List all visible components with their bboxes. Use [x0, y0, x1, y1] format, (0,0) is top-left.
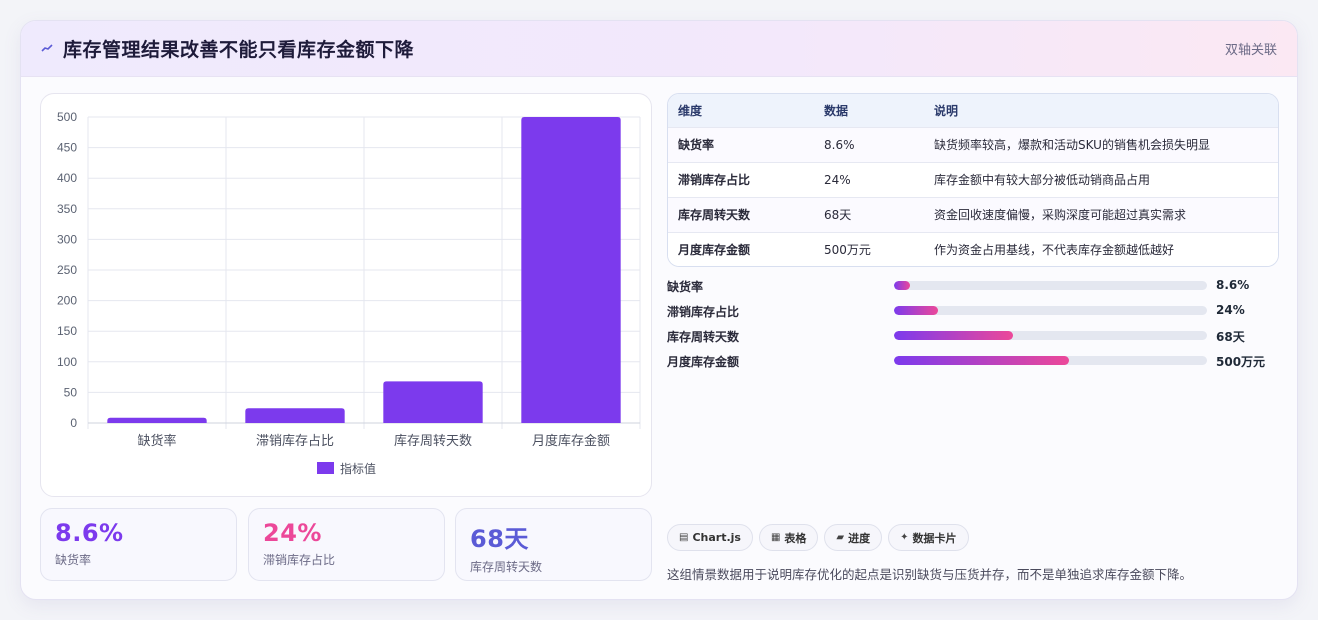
stat-label: 缺货率	[55, 553, 92, 567]
progress-fill	[894, 281, 910, 290]
y-tick-label: 350	[57, 202, 77, 216]
page-title: 库存管理结果改善不能只看库存金额下降	[63, 39, 415, 61]
x-tick-label: 库存周转天数	[394, 433, 472, 448]
tag-progress[interactable]: ▰ 进度	[824, 524, 883, 551]
tag-table[interactable]: ▦ 表格	[758, 524, 819, 551]
bar-chart: 0 50 100 150 200 250 300 350 400 450 500 缺货率 滞销库存占比 库…	[40, 93, 652, 497]
table-cell: 滞销库存占比	[668, 161, 814, 197]
table-header-row: 维度 数据 说明	[668, 94, 1278, 127]
stat-label: 库存周转天数	[470, 560, 543, 574]
bar	[383, 381, 483, 423]
x-tick-label: 缺货率	[137, 433, 176, 448]
y-tick-label: 400	[57, 171, 77, 185]
y-tick-label: 450	[57, 141, 77, 155]
tag-label: Chart.js	[692, 531, 741, 544]
table-cell: 缺货频率较高，爆款和活动SKU的销售机会损失明显	[924, 126, 1278, 162]
table-row: 库存周转天数 68天 资金回收速度偏慢，采购深度可能超过真实需求	[668, 196, 1278, 232]
stat-value: 68天	[470, 525, 529, 553]
progress-track	[894, 306, 1207, 315]
title-wrap: 库存管理结果改善不能只看库存金额下降	[41, 35, 414, 62]
table-icon: ▦	[770, 532, 781, 543]
table-cell: 缺货率	[668, 126, 814, 162]
stat-card-turnover: 68天 库存周转天数	[455, 508, 652, 581]
progress-fill	[894, 356, 1070, 365]
tag-label: 数据卡片	[912, 531, 957, 545]
progress-track	[894, 331, 1207, 340]
tag-label: 进度	[848, 531, 871, 545]
table-cell: 月度库存金额	[668, 231, 814, 266]
y-tick-label: 250	[57, 263, 77, 277]
progress-label: 滞销库存占比	[667, 305, 740, 319]
y-tick-label: 50	[64, 385, 78, 399]
progress-track	[894, 356, 1207, 365]
table-header: 维度	[678, 103, 703, 118]
stat-value: 24%	[263, 519, 322, 547]
dashboard-card: 库存管理结果改善不能只看库存金额下降 双轴关联 0 50 100 150 200 250 3…	[20, 20, 1298, 600]
table-cell: 作为资金占用基线，不代表库存金额越低越好	[924, 231, 1278, 266]
footnote: 这组情景数据用于说明库存优化的起点是识别缺货与压货并存，而不是单独追求库存金额下…	[667, 567, 1193, 582]
progress-list: 缺货率 8.6% 滞销库存占比 24% 库存周转天数 68天 月度库存金额 50…	[667, 277, 1267, 377]
tag-label: 表格	[784, 531, 807, 545]
table-header: 数据	[824, 103, 849, 118]
table-cell: 库存周转天数	[668, 196, 814, 232]
y-tick-label: 100	[57, 355, 77, 369]
header-tag: 双轴关联	[1224, 43, 1277, 58]
table-row: 缺货率 8.6% 缺货频率较高，爆款和活动SKU的销售机会损失明显	[668, 126, 1278, 162]
progress-row: 缺货率 8.6%	[667, 277, 1267, 302]
table-cell: 24%	[814, 161, 924, 197]
progress-icon: ▰	[836, 532, 845, 543]
progress-fill	[894, 331, 1013, 340]
stat-value: 8.6%	[55, 519, 124, 547]
progress-value: 500万元	[1216, 355, 1266, 369]
tag-list: ▤ Chart.js ▦ 表格 ▰ 进度 ✦ 数据卡片	[667, 524, 969, 551]
bar	[521, 117, 621, 423]
y-tick-label: 200	[57, 294, 77, 308]
progress-row: 月度库存金额 500万元	[667, 352, 1267, 377]
y-tick-label: 150	[57, 324, 77, 338]
card-header: 库存管理结果改善不能只看库存金额下降 双轴关联	[21, 21, 1297, 77]
progress-label: 缺货率	[667, 280, 704, 294]
sparkle-icon: ✦	[900, 532, 909, 543]
progress-track	[894, 281, 1207, 290]
progress-row: 滞销库存占比 24%	[667, 302, 1267, 327]
progress-row: 库存周转天数 68天	[667, 327, 1267, 352]
table-cell: 68天	[814, 196, 924, 232]
table-cell: 库存金额中有较大部分被低动销商品占用	[924, 161, 1278, 197]
stat-card-stockout: 8.6% 缺货率	[40, 508, 237, 581]
tag-chartjs[interactable]: ▤ Chart.js	[667, 524, 753, 551]
stat-card-slow-moving: 24% 滞销库存占比	[248, 508, 445, 581]
progress-fill	[894, 306, 938, 315]
x-tick-label: 月度库存金额	[532, 433, 610, 448]
progress-label: 库存周转天数	[667, 330, 740, 344]
table-cell: 500万元	[814, 231, 924, 266]
table-row: 月度库存金额 500万元 作为资金占用基线，不代表库存金额越低越好	[668, 231, 1278, 266]
bar-chart-svg: 0 50 100 150 200 250 300 350 400 450 500 缺货率 滞销库存占比 库…	[57, 110, 641, 476]
trend-icon	[41, 41, 53, 57]
progress-value: 24%	[1216, 303, 1245, 317]
bar	[245, 408, 345, 423]
bar	[107, 417, 207, 423]
table-header: 说明	[934, 103, 959, 118]
legend-label: 指标值	[340, 461, 376, 476]
legend-swatch	[317, 462, 334, 474]
x-tick-label: 滞销库存占比	[256, 433, 334, 448]
y-tick-label: 500	[57, 110, 77, 124]
table-cell: 资金回收速度偏慢，采购深度可能超过真实需求	[924, 196, 1278, 232]
table-cell: 8.6%	[814, 126, 924, 162]
y-tick-label: 0	[70, 416, 77, 430]
table-row: 滞销库存占比 24% 库存金额中有较大部分被低动销商品占用	[668, 161, 1278, 197]
metrics-table: 维度 数据 说明 缺货率 8.6% 缺货频率较高，爆款和活动SKU的销售机会损失…	[667, 93, 1279, 267]
y-tick-label: 300	[57, 232, 77, 246]
progress-value: 68天	[1216, 330, 1245, 344]
metrics-table-grid: 维度 数据 说明 缺货率 8.6% 缺货频率较高，爆款和活动SKU的销售机会损失…	[668, 94, 1278, 266]
tag-data-card[interactable]: ✦ 数据卡片	[888, 524, 969, 551]
progress-value: 8.6%	[1216, 278, 1250, 292]
stat-label: 滞销库存占比	[263, 553, 336, 567]
progress-label: 月度库存金额	[667, 355, 740, 369]
chart-icon: ▤	[679, 532, 689, 543]
